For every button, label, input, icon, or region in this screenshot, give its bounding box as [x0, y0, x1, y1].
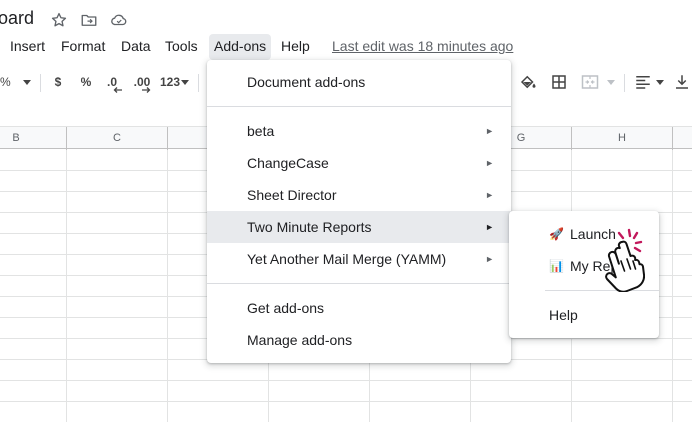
toolbar-divider [40, 74, 41, 92]
menu-item-label: Yet Another Mail Merge (YAMM) [247, 251, 447, 267]
merge-caret-icon[interactable] [607, 80, 615, 85]
title-bar: oard [0, 0, 692, 38]
borders-icon[interactable] [550, 73, 568, 91]
submenu-arrow-icon: ► [485, 254, 494, 264]
column-line [672, 150, 673, 422]
menu-addons[interactable]: Add-ons [209, 34, 272, 60]
addons-menu: Document add-ons beta ► ChangeCase ► She… [207, 60, 511, 363]
menu-item-label: Two Minute Reports [247, 219, 372, 235]
menu-item-document-addons[interactable]: Document add-ons [207, 66, 511, 98]
move-folder-icon[interactable] [80, 11, 98, 29]
menu-item-label: ChangeCase [247, 155, 329, 171]
toolbar-divider [624, 74, 625, 92]
align-caret-icon[interactable] [656, 80, 664, 85]
submenu-arrow-icon: ► [485, 158, 494, 168]
menu-divider [207, 106, 511, 107]
star-icon[interactable] [50, 11, 68, 29]
fill-color-icon[interactable] [519, 73, 537, 91]
submenu-arrow-icon: ► [485, 222, 494, 232]
menu-item-sheet-director[interactable]: Sheet Director ► [207, 179, 511, 211]
submenu-item-help[interactable]: Help [509, 299, 659, 331]
currency-format-button[interactable]: $ [50, 66, 66, 98]
menu-item-label: beta [247, 123, 275, 139]
last-edit-link[interactable]: Last edit was 18 minutes ago [332, 34, 513, 58]
zoom-caret-icon[interactable] [23, 80, 31, 85]
menu-format[interactable]: Format [56, 34, 110, 60]
merge-cells-icon[interactable] [580, 73, 600, 91]
submenu-arrow-icon: ► [485, 126, 494, 136]
menu-item-yamm[interactable]: Yet Another Mail Merge (YAMM) ► [207, 243, 511, 275]
column-line [167, 150, 168, 422]
document-title[interactable]: oard [0, 8, 34, 29]
more-formats-button[interactable]: 123 [157, 66, 183, 98]
zoom-select[interactable]: % [0, 66, 14, 98]
row-line [0, 401, 692, 402]
rocket-icon: 🚀 [549, 227, 564, 241]
column-header[interactable]: B [0, 127, 67, 150]
menu-divider [207, 283, 511, 284]
arrow-right-icon [142, 87, 151, 93]
menu-data[interactable]: Data [116, 34, 156, 60]
menu-insert[interactable]: Insert [5, 34, 50, 60]
menu-tools[interactable]: Tools [160, 34, 203, 60]
vertical-align-bottom-icon[interactable] [674, 73, 690, 91]
menu-item-two-minute-reports[interactable]: Two Minute Reports ► [207, 211, 511, 243]
menu-help[interactable]: Help [276, 34, 315, 60]
column-header[interactable]: H [572, 127, 673, 150]
cloud-saved-icon[interactable] [110, 11, 128, 29]
menu-item-manage-addons[interactable]: Manage add-ons [207, 324, 511, 356]
hand-cursor-icon [605, 228, 645, 292]
align-left-icon[interactable] [634, 73, 652, 91]
menu-item-get-addons[interactable]: Get add-ons [207, 292, 511, 324]
menu-item-changecase[interactable]: ChangeCase ► [207, 147, 511, 179]
bar-chart-icon: 📊 [549, 259, 564, 273]
submenu-arrow-icon: ► [485, 190, 494, 200]
menu-item-beta[interactable]: beta ► [207, 115, 511, 147]
menu-item-label: Sheet Director [247, 187, 337, 203]
column-line [66, 150, 67, 422]
toolbar-divider [198, 74, 199, 92]
more-formats-caret-icon[interactable] [181, 80, 189, 85]
menu-bar: Insert Format Data Tools Add-ons Help La… [0, 34, 692, 60]
row-line [0, 380, 692, 381]
column-header[interactable]: C [67, 127, 168, 150]
arrow-left-icon [113, 87, 122, 93]
percent-format-button[interactable]: % [77, 66, 95, 98]
